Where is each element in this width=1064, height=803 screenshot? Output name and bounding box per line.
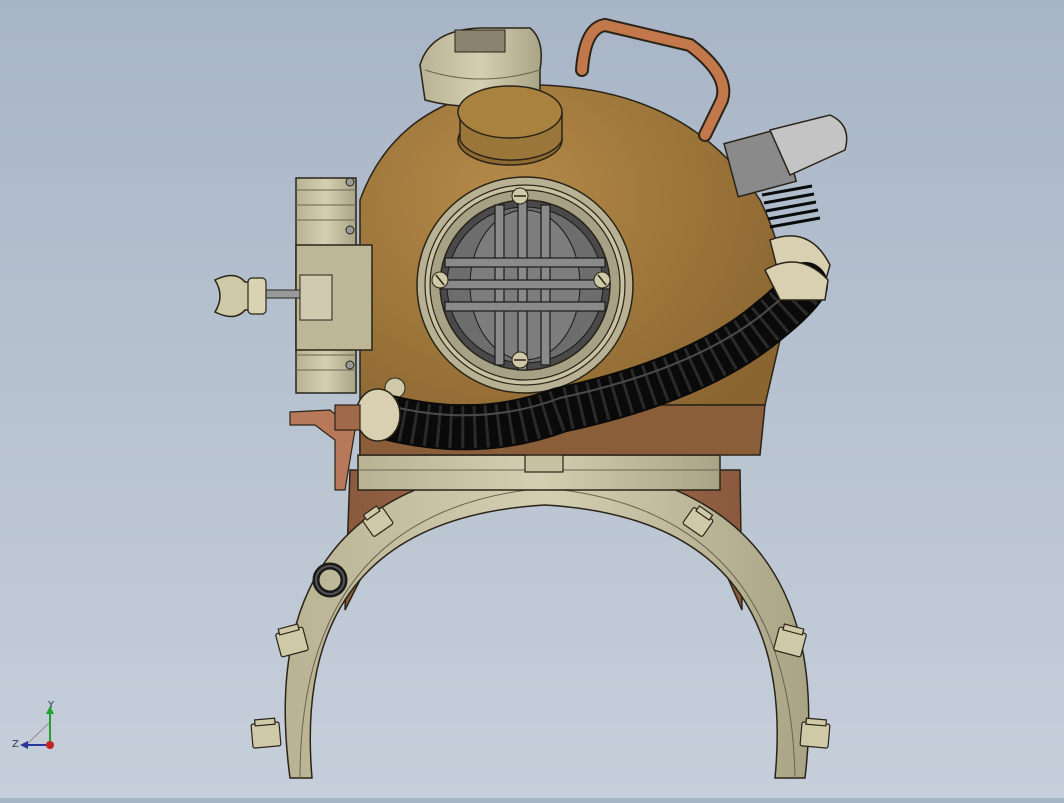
x-axis-dot [46, 741, 54, 749]
helmet-model[interactable] [0, 0, 1064, 798]
top-lid [457, 85, 563, 166]
triad-plane [24, 720, 51, 746]
z-axis-label: Z [12, 739, 19, 750]
3d-viewport[interactable]: Y Z [0, 0, 1064, 798]
z-axis-arrow [20, 741, 28, 749]
front-viewport [416, 176, 634, 394]
y-axis-label: Y [47, 700, 55, 711]
axis-triad: Y Z [8, 700, 68, 760]
wing-nut [213, 274, 301, 318]
